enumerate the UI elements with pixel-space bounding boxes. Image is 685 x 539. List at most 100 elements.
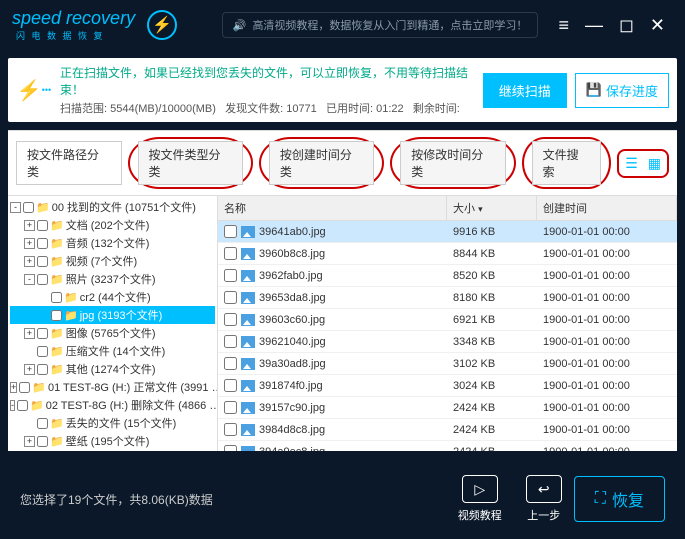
tree-checkbox[interactable]: [17, 400, 28, 411]
tree-item[interactable]: +📁壁纸 (195个文件): [10, 432, 215, 450]
file-checkbox[interactable]: [224, 247, 237, 260]
menu-icon[interactable]: ≡: [550, 15, 577, 36]
tree-item[interactable]: +📁视频 (7个文件): [10, 252, 215, 270]
grid-view-icon[interactable]: ▦: [644, 153, 665, 174]
list-view-icon[interactable]: ☰: [621, 153, 642, 174]
col-time[interactable]: 创建时间: [537, 196, 677, 220]
tree-item[interactable]: +📁文档 (202个文件): [10, 216, 215, 234]
file-checkbox[interactable]: [224, 357, 237, 370]
maximize-icon[interactable]: ◻: [611, 15, 642, 36]
folder-tree[interactable]: -📁00 找到的文件 (10751个文件)+📁文档 (202个文件)+📁音频 (…: [8, 196, 218, 451]
folder-icon: 📁: [50, 345, 64, 358]
file-row[interactable]: 394a9ec8.jpg2424 KB1900-01-01 00:00: [218, 441, 677, 451]
file-checkbox[interactable]: [224, 291, 237, 304]
file-name: 3960b8c8.jpg: [259, 248, 325, 260]
tree-label: jpg (3193个文件): [80, 307, 163, 323]
tree-item[interactable]: +📁其他 (1274个文件): [10, 360, 215, 378]
expand-icon[interactable]: +: [10, 382, 17, 393]
expand-icon[interactable]: +: [24, 238, 35, 249]
expand-icon[interactable]: +: [24, 256, 35, 267]
tree-item[interactable]: 📁丢失的文件 (15个文件): [10, 414, 215, 432]
tree-checkbox[interactable]: [37, 436, 48, 447]
tree-item[interactable]: +📁图像 (5765个文件): [10, 324, 215, 342]
expand-icon[interactable]: -: [24, 274, 35, 285]
col-name[interactable]: 名称: [218, 196, 447, 220]
save-progress-button[interactable]: 💾保存进度: [575, 73, 669, 108]
expand-icon[interactable]: -: [10, 400, 15, 411]
file-list[interactable]: 39641ab0.jpg9916 KB1900-01-01 00:003960b…: [218, 221, 677, 451]
tree-checkbox[interactable]: [51, 292, 62, 303]
tab-modify-time[interactable]: 按修改时间分类: [400, 141, 505, 185]
expand-icon[interactable]: +: [24, 220, 35, 231]
tree-checkbox[interactable]: [19, 382, 30, 393]
tree-checkbox[interactable]: [37, 346, 48, 357]
close-icon[interactable]: ✕: [642, 15, 673, 36]
save-icon: 💾: [586, 82, 602, 98]
prev-step-button[interactable]: ↩ 上一步: [526, 475, 562, 523]
file-row[interactable]: 39157c90.jpg2424 KB1900-01-01 00:00: [218, 397, 677, 419]
tree-item[interactable]: 📁cr2 (44个文件): [10, 288, 215, 306]
tree-checkbox[interactable]: [37, 238, 48, 249]
file-row[interactable]: 391874f0.jpg3024 KB1900-01-01 00:00: [218, 375, 677, 397]
folder-icon: 📁: [36, 201, 50, 214]
file-size: 3348 KB: [447, 332, 537, 352]
content-area: -📁00 找到的文件 (10751个文件)+📁文档 (202个文件)+📁音频 (…: [8, 195, 677, 451]
tree-item[interactable]: -📁00 找到的文件 (10751个文件): [10, 198, 215, 216]
folder-icon: 📁: [30, 399, 44, 412]
file-checkbox[interactable]: [224, 445, 237, 451]
recover-button[interactable]: ⛶恢复: [574, 476, 665, 522]
file-row[interactable]: 39621040.jpg3348 KB1900-01-01 00:00: [218, 331, 677, 353]
tree-item[interactable]: +📁音频 (132个文件): [10, 234, 215, 252]
video-tutorial-button[interactable]: ▷ 视频教程: [458, 475, 502, 523]
tree-checkbox[interactable]: [23, 202, 34, 213]
file-row[interactable]: 3960b8c8.jpg8844 KB1900-01-01 00:00: [218, 243, 677, 265]
tree-item[interactable]: -📁照片 (3237个文件): [10, 270, 215, 288]
file-row[interactable]: 3962fab0.jpg8520 KB1900-01-01 00:00: [218, 265, 677, 287]
back-icon: ↩: [526, 475, 562, 503]
tab-path[interactable]: 按文件路径分类: [16, 141, 122, 185]
minimize-icon[interactable]: —: [577, 15, 611, 36]
tree-checkbox[interactable]: [37, 256, 48, 267]
col-size[interactable]: 大小 ▾: [447, 196, 537, 220]
continue-scan-button[interactable]: 继续扫描: [483, 73, 567, 108]
tree-item[interactable]: +📁微信 (180个文件): [10, 450, 215, 451]
file-checkbox[interactable]: [224, 313, 237, 326]
tree-checkbox[interactable]: [37, 274, 48, 285]
file-checkbox[interactable]: [224, 225, 237, 238]
file-checkbox[interactable]: [224, 423, 237, 436]
file-row[interactable]: 39641ab0.jpg9916 KB1900-01-01 00:00: [218, 221, 677, 243]
tree-item[interactable]: -📁02 TEST-8G (H:) 删除文件 (4866 …: [10, 396, 215, 414]
tab-type[interactable]: 按文件类型分类: [138, 141, 243, 185]
brand-sub: 闪 电 数 据 恢 复: [16, 29, 135, 42]
file-name: 39641ab0.jpg: [259, 226, 326, 238]
scan-status-panel: ⚡••• 正在扫描文件，如果已经找到您丢失的文件，可以立即恢复，不用等待扫描结束…: [8, 58, 677, 122]
tree-checkbox[interactable]: [37, 364, 48, 375]
file-row[interactable]: 39603c60.jpg6921 KB1900-01-01 00:00: [218, 309, 677, 331]
expand-icon[interactable]: +: [24, 436, 35, 447]
file-checkbox[interactable]: [224, 335, 237, 348]
file-time: 1900-01-01 00:00: [537, 354, 677, 374]
tree-checkbox[interactable]: [37, 328, 48, 339]
file-row[interactable]: 39653da8.jpg8180 KB1900-01-01 00:00: [218, 287, 677, 309]
tree-item[interactable]: +📁01 TEST-8G (H:) 正常文件 (3991 …: [10, 378, 215, 396]
tab-search[interactable]: 文件搜索: [532, 141, 602, 185]
file-checkbox[interactable]: [224, 269, 237, 282]
file-checkbox[interactable]: [224, 401, 237, 414]
file-time: 1900-01-01 00:00: [537, 398, 677, 418]
file-time: 1900-01-01 00:00: [537, 332, 677, 352]
file-row[interactable]: 39a30ad8.jpg3102 KB1900-01-01 00:00: [218, 353, 677, 375]
promo-banner[interactable]: 🔊 高清视频教程，数据恢复从入门到精通，点击立即学习！: [222, 12, 539, 38]
tree-checkbox[interactable]: [37, 418, 48, 429]
tree-item[interactable]: 📁压缩文件 (14个文件): [10, 342, 215, 360]
expand-icon[interactable]: +: [24, 364, 35, 375]
expand-icon[interactable]: -: [10, 202, 21, 213]
file-row[interactable]: 3984d8c8.jpg2424 KB1900-01-01 00:00: [218, 419, 677, 441]
tab-create-time[interactable]: 按创建时间分类: [269, 141, 374, 185]
expand-icon[interactable]: +: [24, 328, 35, 339]
file-time: 1900-01-01 00:00: [537, 244, 677, 264]
image-icon: [241, 358, 255, 370]
file-checkbox[interactable]: [224, 379, 237, 392]
tree-item[interactable]: 📁jpg (3193个文件): [10, 306, 215, 324]
tree-checkbox[interactable]: [51, 310, 62, 321]
tree-checkbox[interactable]: [37, 220, 48, 231]
